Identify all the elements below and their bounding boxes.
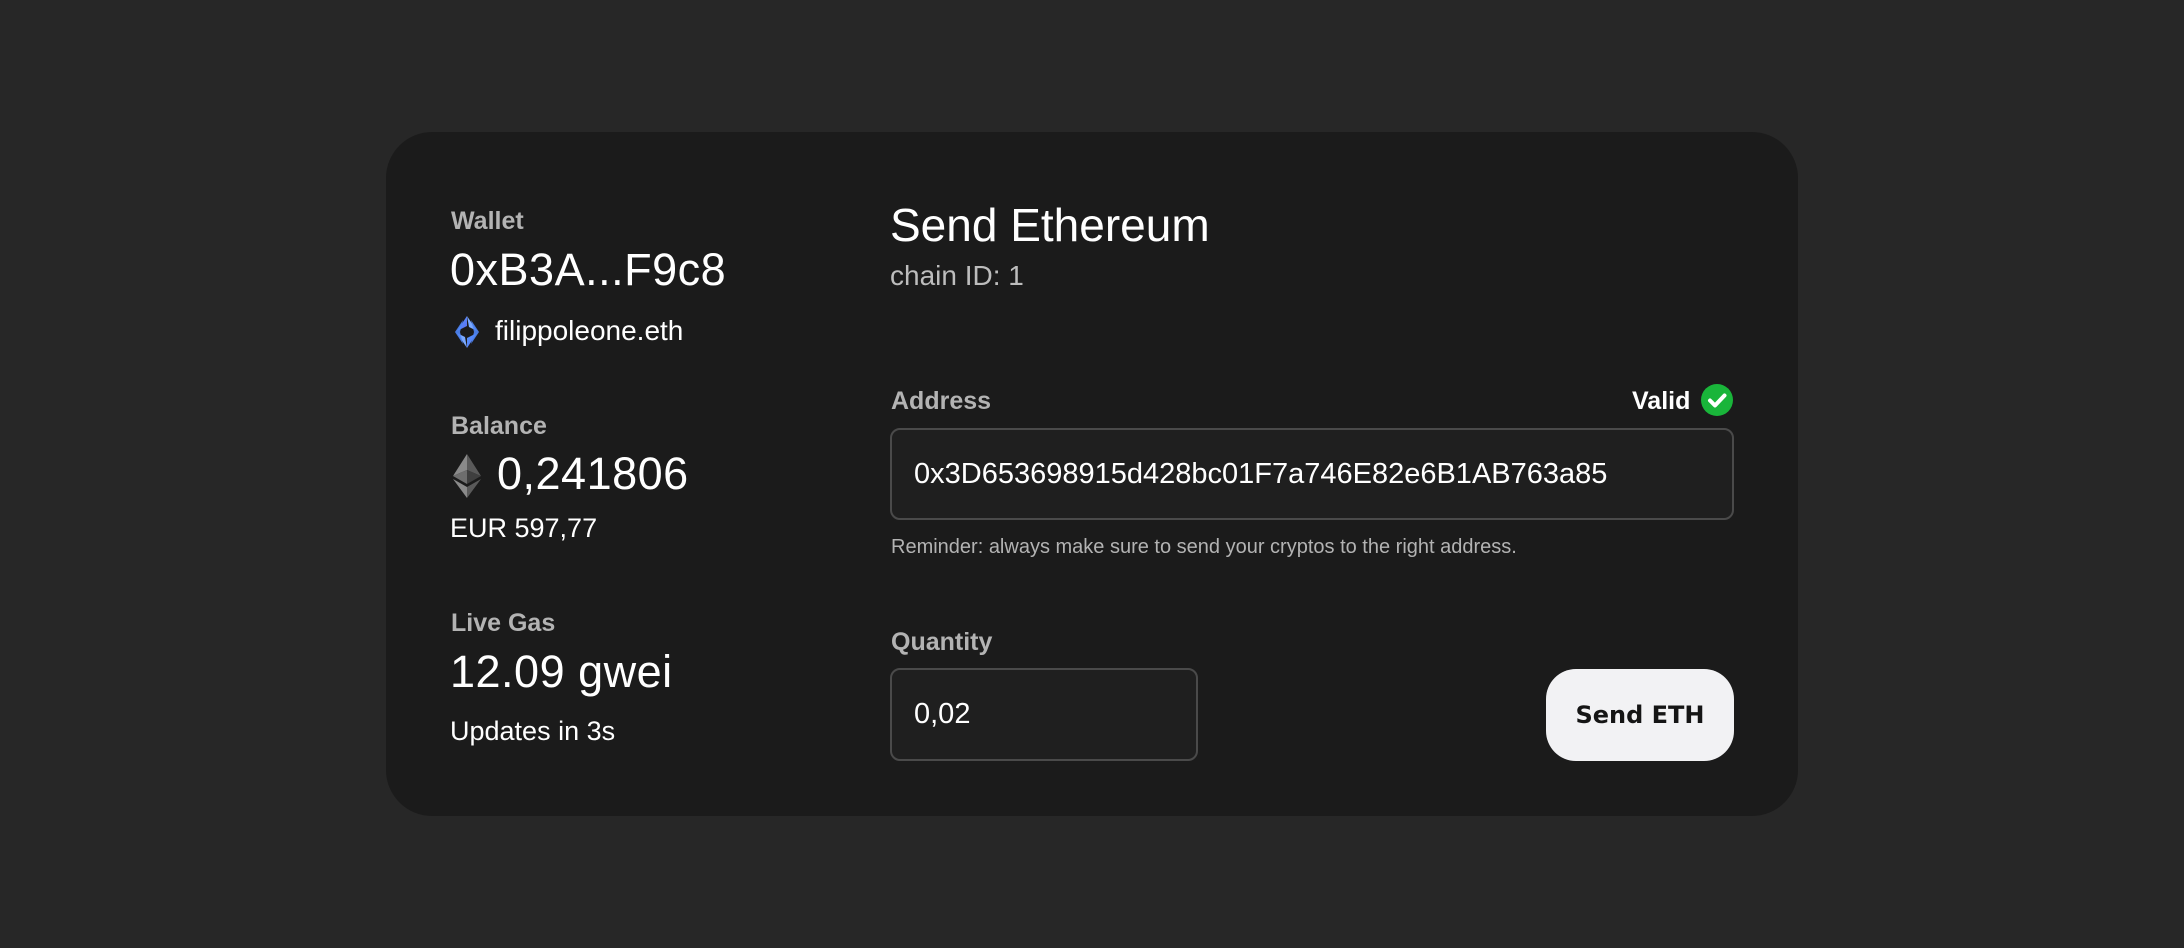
send-eth-button[interactable]: Send ETH (1546, 669, 1734, 761)
page-title: Send Ethereum (890, 199, 1210, 251)
ethereum-icon (453, 454, 481, 498)
ens-icon (449, 314, 485, 350)
quantity-label: Quantity (891, 628, 993, 656)
balance-label: Balance (451, 412, 547, 440)
balance-fiat: EUR 597,77 (450, 513, 598, 543)
ens-name: filippoleone.eth (495, 315, 684, 346)
balance-amount: 0,241806 (497, 448, 689, 499)
gas-value: 12.09 gwei (450, 646, 673, 697)
gas-label: Live Gas (451, 609, 556, 637)
quantity-input-value: 0,02 (914, 698, 971, 730)
wallet-label: Wallet (451, 207, 524, 235)
send-card: Wallet 0xB3A...F9c8 filippoleone.eth Bal… (386, 132, 1798, 816)
reminder-text: Reminder: always make sure to send your … (891, 536, 1517, 558)
check-circle-icon (1701, 384, 1733, 416)
valid-label: Valid (1632, 387, 1691, 415)
address-label: Address (891, 387, 992, 415)
chain-id: chain ID: 1 (890, 260, 1024, 291)
address-input-value: 0x3D653698915d428bc01F7a746E82e6B1AB763a… (914, 457, 1608, 490)
quantity-input[interactable]: 0,02 (890, 668, 1198, 761)
gas-update-text: Updates in 3s (450, 716, 616, 746)
wallet-address: 0xB3A...F9c8 (450, 244, 727, 295)
address-input[interactable]: 0x3D653698915d428bc01F7a746E82e6B1AB763a… (890, 428, 1734, 520)
